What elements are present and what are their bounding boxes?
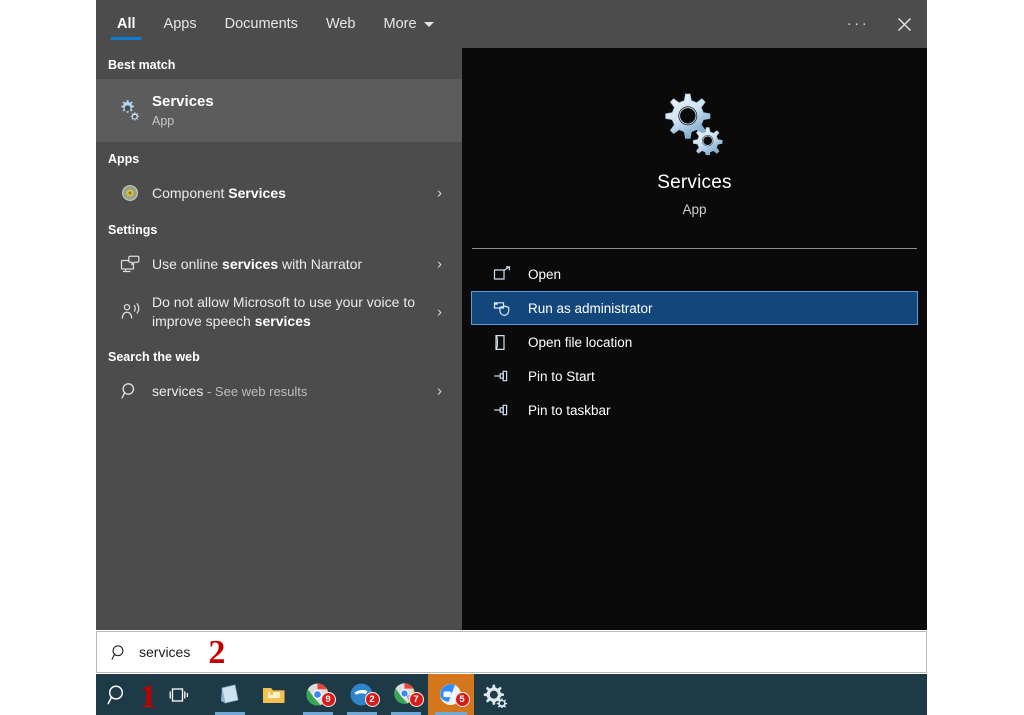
results-pane: Best match Services App Apps Component S… [96, 48, 462, 630]
chevron-down-icon [423, 21, 434, 27]
best-match-title: Services [152, 92, 214, 110]
filter-tabbar: All Apps Documents Web More ··· [96, 0, 927, 48]
app-type: App [682, 202, 707, 217]
taskbar: 1 9 2 7 5 [96, 674, 927, 715]
tab-web-label: Web [325, 16, 356, 32]
shield-window-icon [493, 300, 528, 317]
action-label: Pin to Start [528, 368, 595, 384]
badge-count: 9 [320, 692, 336, 707]
search-input-bar[interactable]: services 2 [96, 631, 927, 673]
tab-all[interactable]: All [103, 0, 150, 48]
component-services-icon [108, 184, 152, 202]
screen: All Apps Documents Web More ··· Best mat… [0, 0, 1024, 715]
action-pin-to-taskbar[interactable]: Pin to taskbar [471, 393, 918, 427]
close-icon [897, 17, 911, 31]
taskbar-task-view-icon[interactable] [158, 674, 202, 715]
best-match-header: Best match [108, 58, 176, 72]
best-match-result[interactable]: Services App [96, 79, 462, 142]
search-input-value[interactable]: services [139, 644, 190, 660]
settings-header: Settings [108, 223, 158, 237]
annotation-1: 1 [140, 679, 157, 715]
pin-icon [493, 403, 528, 417]
divider [472, 248, 917, 249]
action-run-as-administrator[interactable]: Run as administrator [471, 291, 918, 325]
best-match-subtitle: App [152, 113, 175, 128]
ellipsis-icon: ··· [846, 15, 870, 32]
close-button[interactable] [881, 0, 927, 48]
tabbar-spacer [448, 0, 835, 48]
search-flyout: All Apps Documents Web More ··· Best mat… [96, 0, 927, 630]
action-label: Pin to taskbar [528, 402, 611, 418]
apps-header: Apps [108, 152, 140, 166]
result-speech-services[interactable]: Do not allow Microsoft to use your voice… [96, 284, 462, 340]
result-component-services[interactable]: Component Services › [96, 173, 462, 213]
tab-apps[interactable]: Apps [150, 0, 211, 48]
result-narrator-online-services[interactable]: Use online services with Narrator › [96, 244, 462, 284]
tab-documents-label: Documents [224, 16, 298, 32]
gears-icon [462, 88, 927, 158]
badge-count: 5 [454, 692, 470, 707]
more-options-button[interactable]: ··· [835, 0, 881, 48]
badge-count: 7 [408, 692, 424, 707]
tab-all-label: All [117, 16, 136, 32]
voice-person-icon [108, 302, 152, 322]
chevron-right-icon[interactable]: › [437, 257, 442, 272]
result-label: services - See web results [152, 382, 308, 399]
narrator-monitor-icon [108, 255, 152, 274]
action-open[interactable]: Open [471, 257, 918, 291]
taskbar-settings-gear-icon[interactable] [474, 674, 518, 715]
search-icon [108, 382, 152, 400]
tab-more[interactable]: More [370, 0, 448, 48]
action-open-file-location[interactable]: Open file location [471, 325, 918, 359]
pin-icon [493, 369, 528, 383]
taskbar-search-icon[interactable] [96, 674, 140, 715]
chevron-right-icon[interactable]: › [437, 305, 442, 320]
chevron-right-icon[interactable]: › [437, 186, 442, 201]
taskbar-chrome-diamond-icon[interactable]: 7 [384, 674, 428, 715]
tab-web[interactable]: Web [312, 0, 370, 48]
open-window-icon [493, 266, 528, 282]
result-label: Component Services [152, 184, 286, 201]
action-pin-to-start[interactable]: Pin to Start [471, 359, 918, 393]
chevron-right-icon[interactable]: › [437, 384, 442, 399]
file-location-icon [493, 334, 528, 351]
action-list: Open Run as administrator Open file loca… [462, 257, 927, 427]
best-match-text: Services App [152, 92, 214, 130]
preview-pane: Services App Open Run as administrator O… [462, 48, 927, 630]
taskbar-notepad-icon[interactable] [208, 674, 252, 715]
taskbar-chrome-icon[interactable]: 9 [296, 674, 340, 715]
gears-icon [108, 98, 152, 124]
result-web-search[interactable]: services - See web results › [96, 371, 462, 411]
search-icon [111, 644, 139, 661]
web-header: Search the web [108, 350, 200, 364]
taskbar-zoom-icon[interactable]: 5 [427, 674, 474, 715]
app-hero: Services App [462, 48, 927, 217]
annotation-2: 2 [208, 634, 226, 671]
tab-apps-label: Apps [163, 16, 197, 32]
taskbar-chrome-blue-icon[interactable]: 2 [340, 674, 384, 715]
taskbar-file-explorer-icon[interactable] [252, 674, 296, 715]
result-label: Do not allow Microsoft to use your voice… [152, 294, 416, 329]
badge-count: 2 [364, 692, 380, 707]
action-label: Run as administrator [528, 300, 653, 316]
flyout-body: Best match Services App Apps Component S… [96, 48, 927, 630]
tab-more-label: More [383, 16, 417, 32]
result-label: Use online services with Narrator [152, 255, 363, 272]
action-label: Open [528, 266, 562, 282]
tab-documents[interactable]: Documents [211, 0, 312, 48]
app-title: Services [657, 172, 732, 193]
action-label: Open file location [528, 334, 633, 350]
